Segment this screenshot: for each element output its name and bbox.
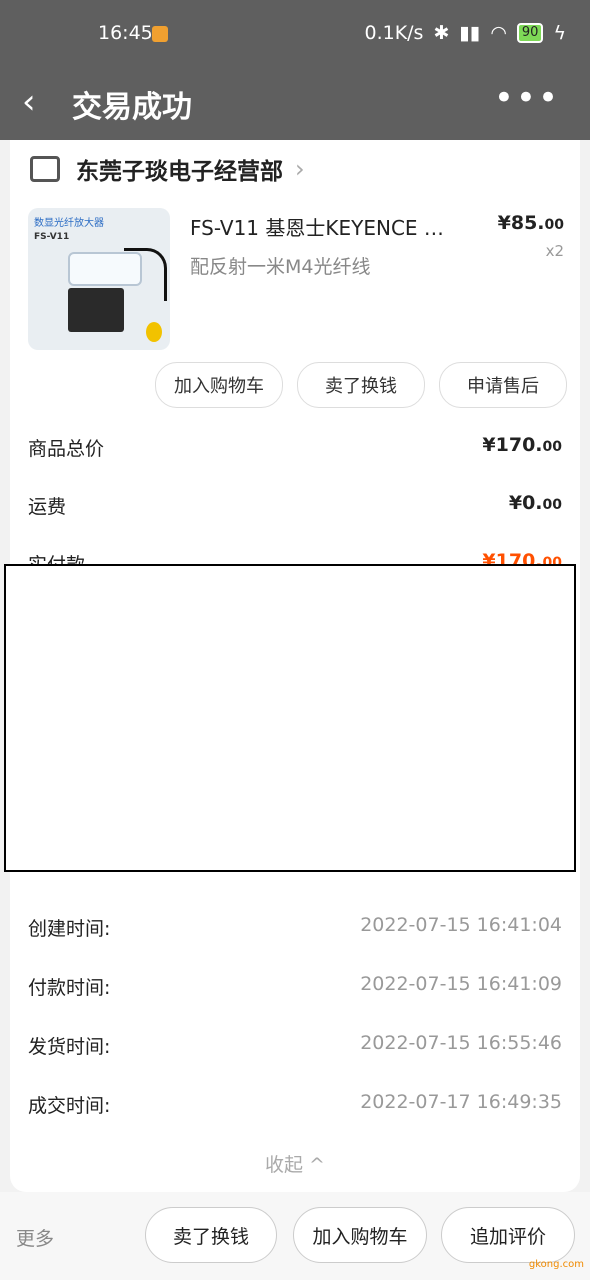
after-sale-button[interactable]: 申请售后	[439, 362, 567, 408]
redaction-box	[4, 564, 576, 872]
time-label: 发货时间:	[28, 1036, 111, 1058]
time-row-paid: 付款时间: 2022-07-15 16:41:09	[28, 973, 562, 1000]
shipping-value: ¥0.00	[508, 492, 562, 514]
back-arrow-icon[interactable]: ‹	[22, 82, 36, 122]
time-row-created: 创建时间: 2022-07-15 16:41:04	[28, 914, 562, 941]
time-row-shipped: 发货时间: 2022-07-15 16:55:46	[28, 1032, 562, 1059]
time-row-completed: 成交时间: 2022-07-17 16:49:35	[28, 1091, 562, 1118]
more-link[interactable]: 更多	[16, 1224, 54, 1251]
product-cable-shape	[124, 248, 167, 301]
wifi-icon: ◠	[490, 22, 507, 44]
more-options-icon[interactable]: •••	[494, 78, 560, 118]
goods-total-row: 商品总价 ¥170.00	[28, 434, 562, 461]
product-image-model: FS-V11	[34, 232, 70, 242]
bottom-action-bar: 更多 卖了换钱 加入购物车 追加评价 gkong.com	[0, 1192, 590, 1280]
status-bar: 16:45 0.1K/s ✱ ▮▮ ◠ 90 ϟ	[0, 0, 590, 68]
add-review-button[interactable]: 追加评价	[441, 1207, 575, 1263]
battery-icon: 90	[516, 23, 544, 43]
resell-bottom-button[interactable]: 卖了换钱	[145, 1207, 277, 1263]
product-name[interactable]: FS-V11 基恩士KEYENCE …	[190, 212, 470, 241]
add-to-cart-bottom-button[interactable]: 加入购物车	[293, 1207, 427, 1263]
product-spec: 配反射一米M4光纤线	[190, 256, 371, 278]
page-title: 交易成功	[72, 90, 192, 125]
add-to-cart-button[interactable]: 加入购物车	[155, 362, 283, 408]
time-label: 付款时间:	[28, 977, 111, 999]
goods-total-label: 商品总价	[28, 438, 105, 460]
product-device-shape	[68, 288, 124, 332]
shop-name: 东莞子琰电子经营部	[76, 159, 283, 185]
collapse-button[interactable]: 收起 ^	[10, 1150, 580, 1177]
time-value: 2022-07-15 16:41:09	[360, 973, 562, 995]
bluetooth-icon: ✱	[433, 22, 450, 44]
shipping-label: 运费	[28, 496, 67, 518]
quality-badge-icon	[146, 322, 162, 342]
title-bar: ‹ 交易成功 •••	[0, 68, 590, 140]
product-price: ¥85.00	[497, 212, 564, 234]
signal-icon: ▮▮	[459, 22, 481, 44]
time-label: 创建时间:	[28, 918, 111, 940]
product-quantity: x2	[545, 242, 564, 260]
notification-app-icon	[152, 26, 168, 42]
resell-button[interactable]: 卖了换钱	[297, 362, 425, 408]
chevron-right-icon: ›	[295, 155, 305, 183]
store-icon	[30, 156, 60, 182]
time-value: 2022-07-15 16:41:04	[360, 914, 562, 936]
goods-total-value: ¥170.00	[482, 434, 562, 456]
time-value: 2022-07-15 16:55:46	[360, 1032, 562, 1054]
shop-row[interactable]: 东莞子琰电子经营部 ›	[30, 152, 305, 186]
shipping-row: 运费 ¥0.00	[28, 492, 562, 519]
watermark: gkong.com	[528, 1259, 584, 1270]
status-right-group: 0.1K/s ✱ ▮▮ ◠ 90 ϟ	[364, 22, 566, 44]
network-speed: 0.1K/s	[364, 22, 424, 44]
product-image[interactable]: 数显光纤放大器 FS-V11	[28, 208, 170, 350]
charging-icon: ϟ	[553, 22, 566, 44]
product-image-tag: 数显光纤放大器	[34, 218, 104, 229]
status-time: 16:45	[98, 22, 153, 44]
time-label: 成交时间:	[28, 1095, 111, 1117]
time-value: 2022-07-17 16:49:35	[360, 1091, 562, 1113]
